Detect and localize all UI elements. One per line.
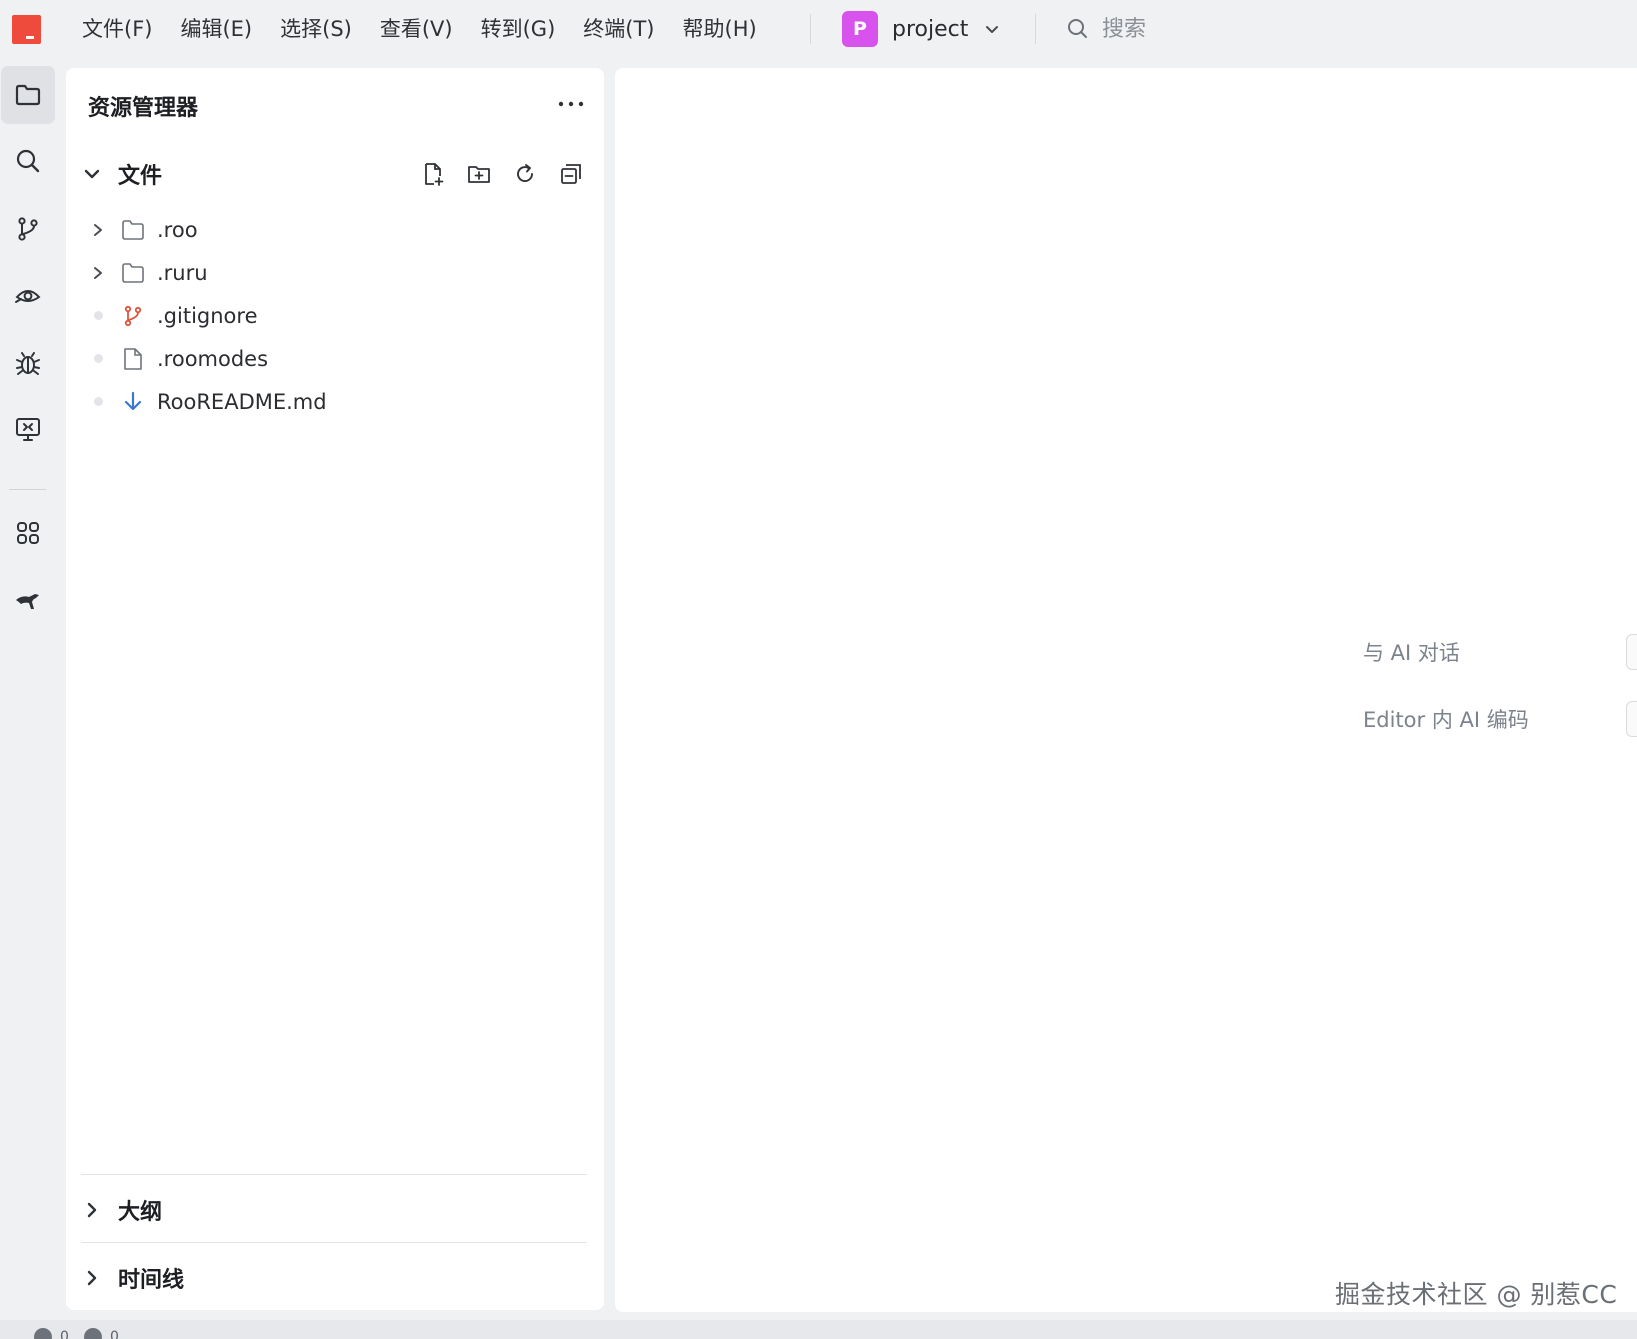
project-avatar: P	[842, 11, 878, 47]
menu-edit[interactable]: 编辑(E)	[166, 0, 266, 58]
menubar-divider	[810, 14, 811, 44]
chevron-right-icon	[87, 1270, 97, 1286]
explorer-title: 资源管理器	[88, 96, 199, 121]
app-logo	[12, 15, 41, 44]
eye-icon	[15, 290, 41, 303]
refresh-icon	[517, 164, 533, 182]
status-bar: 0 0	[0, 1320, 1637, 1339]
bullet-icon	[90, 308, 106, 324]
timeline-section-header[interactable]: 时间线	[82, 1258, 184, 1298]
folder-icon	[15, 84, 41, 106]
chevron-down-icon	[84, 169, 100, 179]
status-errors[interactable]: 0	[34, 1328, 69, 1339]
files-toolbar	[410, 154, 594, 194]
tree-item-rooreadme[interactable]: RooREADME.md	[66, 380, 604, 423]
menu-go[interactable]: 转到(G)	[467, 0, 570, 58]
explorer-panel: 资源管理器 文件 .roo .ruru .gitignore .roomodes…	[66, 68, 604, 1310]
bullet-icon	[90, 394, 106, 410]
extensions-icon	[17, 522, 39, 544]
shortcut-key-badge	[1626, 634, 1637, 670]
activity-search[interactable]	[1, 132, 55, 190]
files-section-label: 文件	[118, 164, 163, 189]
activity-explorer[interactable]	[1, 66, 55, 124]
activity-extensions[interactable]	[1, 504, 55, 562]
tree-item-roomodes[interactable]: .roomodes	[66, 337, 604, 380]
file-tree: .roo .ruru .gitignore .roomodes RooREADM…	[66, 208, 604, 423]
menubar-divider	[1035, 14, 1036, 44]
status-errors-count: 0	[60, 1329, 69, 1339]
new-file-icon	[425, 163, 444, 186]
chevron-right-icon[interactable]	[90, 265, 106, 281]
search-icon	[1068, 19, 1087, 38]
activity-divider	[9, 489, 46, 490]
error-icon	[34, 1328, 52, 1339]
tree-item-label: .gitignore	[157, 303, 258, 328]
project-name: project	[892, 16, 969, 42]
file-icon	[121, 347, 145, 371]
more-horizontal-icon	[558, 101, 584, 107]
tree-item-label: RooREADME.md	[157, 389, 327, 414]
activity-preview[interactable]	[1, 267, 55, 325]
menu-selection[interactable]: 选择(S)	[266, 0, 366, 58]
outline-section-label: 大纲	[118, 1200, 163, 1225]
tree-item-roo[interactable]: .roo	[66, 208, 604, 251]
ide-window: 文件(F) 编辑(E) 选择(S) 查看(V) 转到(G) 终端(T) 帮助(H…	[0, 0, 1637, 1339]
files-section-header[interactable]: 文件	[82, 154, 162, 194]
menu-terminal[interactable]: 终端(T)	[569, 0, 668, 58]
status-warnings[interactable]: 0	[84, 1328, 119, 1339]
tree-item-ruru[interactable]: .ruru	[66, 251, 604, 294]
warning-icon	[84, 1328, 102, 1339]
kangaroo-icon	[16, 594, 39, 609]
bullet-icon	[90, 351, 106, 367]
folder-icon	[121, 261, 145, 285]
markdown-download-icon	[121, 390, 145, 414]
search-box[interactable]	[1066, 12, 1302, 46]
editor-area[interactable]: 与 AI 对话 Editor 内 AI 编码 掘金技术社区 @ 别惹CC	[615, 68, 1637, 1312]
tree-item-label: .ruru	[157, 260, 208, 285]
menu-items: 文件(F) 编辑(E) 选择(S) 查看(V) 转到(G) 终端(T) 帮助(H…	[68, 0, 771, 58]
collapse-all-button[interactable]	[548, 154, 594, 194]
section-divider	[81, 1242, 587, 1243]
activity-remote[interactable]	[1, 400, 55, 458]
status-warnings-count: 0	[110, 1329, 119, 1339]
tree-item-gitignore[interactable]: .gitignore	[66, 294, 604, 337]
git-branch-icon	[18, 217, 38, 241]
git-file-icon	[121, 304, 145, 328]
tree-item-label: .roo	[157, 217, 198, 242]
activity-bar	[0, 66, 58, 1316]
shortcut-key-badge	[1626, 701, 1637, 737]
timeline-section-label: 时间线	[118, 1268, 185, 1293]
chevron-right-icon[interactable]	[90, 222, 106, 238]
menu-file[interactable]: 文件(F)	[68, 0, 166, 58]
hint-inline-ai-coding: Editor 内 AI 编码	[1363, 708, 1529, 732]
menu-help[interactable]: 帮助(H)	[669, 0, 771, 58]
menu-view[interactable]: 查看(V)	[366, 0, 467, 58]
collapse-all-icon	[561, 164, 581, 184]
tree-item-label: .roomodes	[157, 346, 269, 371]
explorer-more-button[interactable]	[553, 90, 589, 118]
menubar: 文件(F) 编辑(E) 选择(S) 查看(V) 转到(G) 终端(T) 帮助(H…	[0, 0, 1637, 58]
refresh-button[interactable]	[502, 154, 548, 194]
watermark: 掘金技术社区 @ 别惹CC	[1335, 1280, 1618, 1309]
outline-section-header[interactable]: 大纲	[82, 1190, 162, 1230]
search-input[interactable]	[1102, 16, 1302, 42]
activity-debug[interactable]	[1, 334, 55, 392]
chevron-right-icon	[87, 1202, 97, 1218]
remote-monitor-icon	[16, 418, 40, 441]
new-folder-button[interactable]	[456, 154, 502, 194]
activity-roo[interactable]	[1, 571, 55, 629]
hint-chat-with-ai: 与 AI 对话	[1363, 641, 1460, 665]
new-folder-icon	[468, 166, 490, 183]
new-file-button[interactable]	[410, 154, 456, 194]
folder-icon	[121, 218, 145, 242]
bug-icon	[16, 352, 40, 375]
project-switcher[interactable]: P project	[842, 11, 1000, 47]
section-divider	[81, 1174, 587, 1175]
chevron-down-icon	[986, 26, 999, 33]
activity-source-control[interactable]	[1, 200, 55, 258]
search-icon	[16, 149, 40, 173]
